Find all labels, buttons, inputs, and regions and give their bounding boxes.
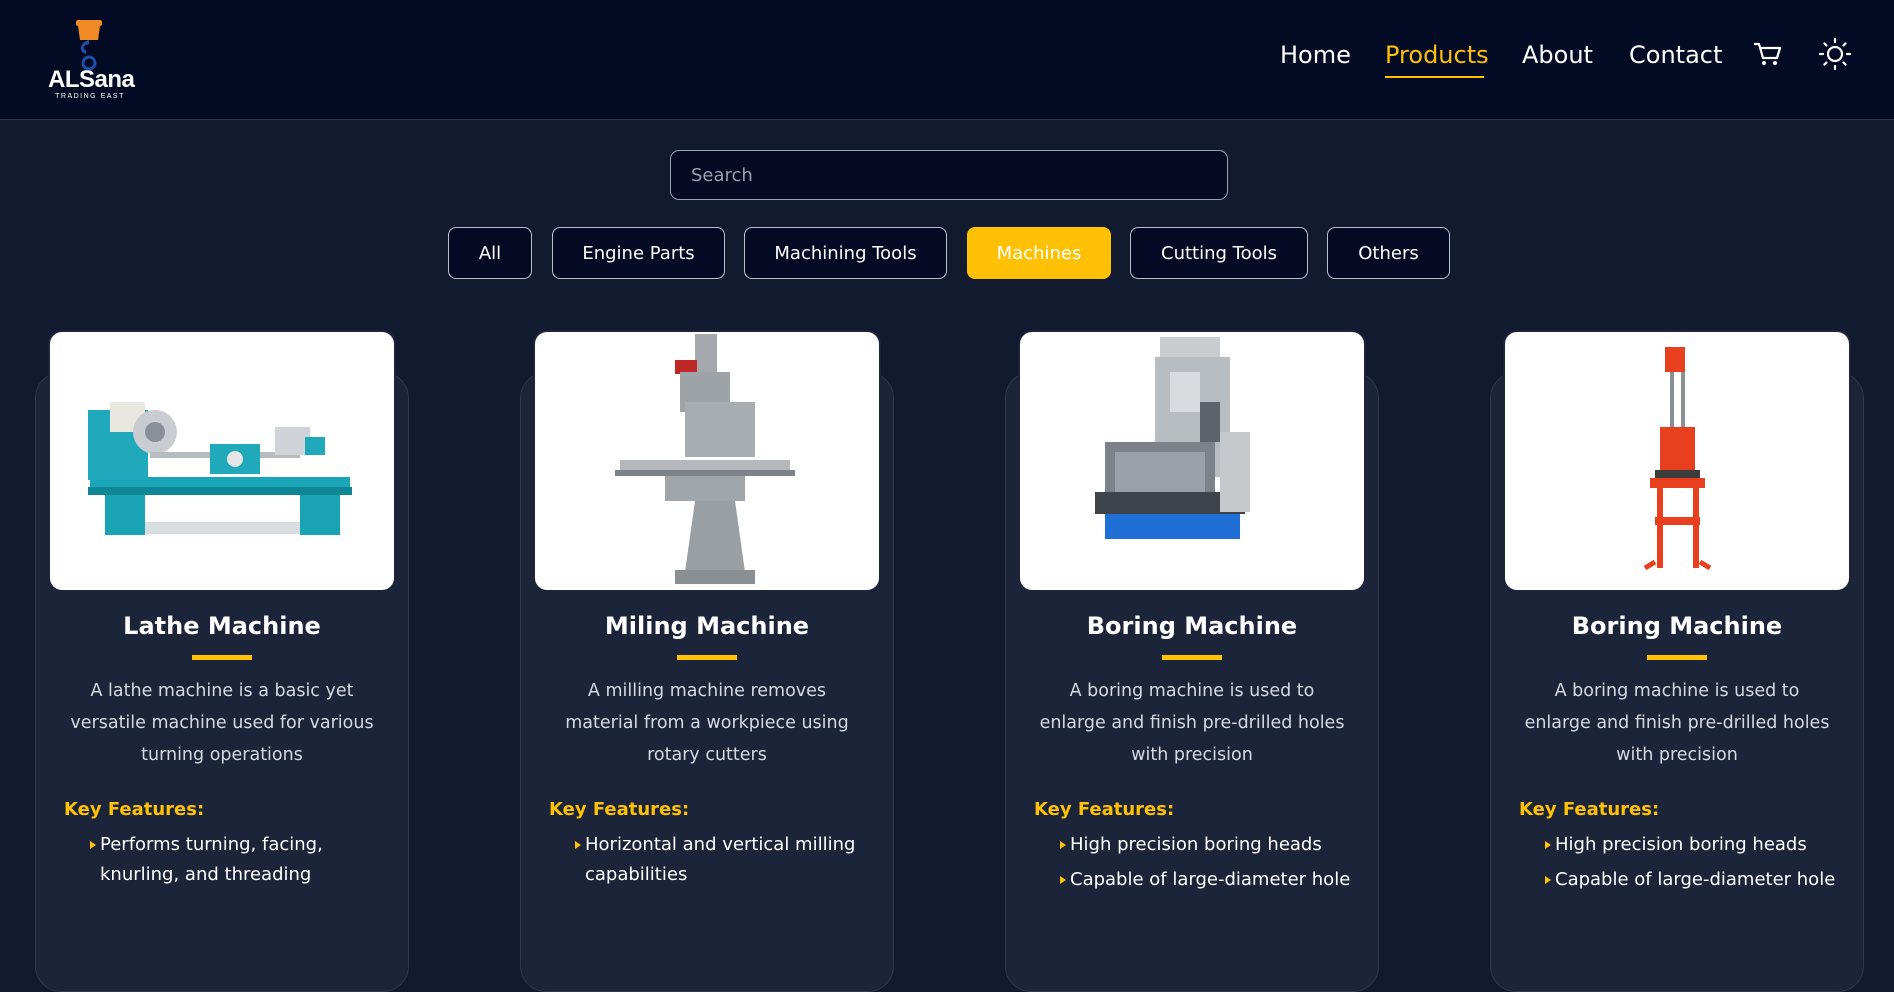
feature-text: Horizontal and vertical milling capabili… [585,834,856,885]
nav-home[interactable]: Home [1280,38,1351,72]
feature-item: Capable of large-diameter hole [1545,865,1845,895]
bullet-icon [1545,876,1551,884]
bullet-icon [1060,876,1066,884]
filter-others[interactable]: Others [1327,227,1450,279]
product-card[interactable]: Lathe Machine A lathe machine is a basic… [35,330,409,992]
product-description: A boring machine is used to enlarge and … [1524,681,1830,765]
site-header: ALSana TRADING EAST Home Products About … [0,0,1894,120]
product-card[interactable]: Boring Machine A boring machine is used … [1005,330,1379,992]
title-accent-bar [192,655,252,660]
bullet-icon [90,841,96,849]
nav-contact[interactable]: Contact [1629,38,1722,72]
bullet-icon [575,841,581,849]
product-card[interactable]: Boring Machine A boring machine is used … [1490,330,1864,992]
sun-icon[interactable] [1817,36,1853,72]
bullet-icon [1545,841,1551,849]
key-features-label: Key Features: [1034,799,1175,820]
filter-machines[interactable]: Machines [967,227,1111,279]
feature-item: Performs turning, facing, knurling, and … [90,830,390,890]
product-image-cylinder-boring [1503,330,1851,592]
bullet-icon [1060,841,1066,849]
cart-icon[interactable] [1750,36,1786,72]
feature-item: High precision boring heads [1060,830,1360,860]
product-title: Boring Machine [1086,612,1298,640]
filter-engine-parts[interactable]: Engine Parts [552,227,725,279]
title-accent-bar [1647,655,1707,660]
product-description: A boring machine is used to enlarge and … [1039,681,1345,765]
brand-tagline: TRADING EAST [55,93,125,100]
product-image-lathe [48,330,396,592]
key-features-label: Key Features: [1519,799,1660,820]
main-nav: Home Products About Contact [0,38,1894,74]
feature-text: Capable of large-diameter hole [1070,869,1351,890]
feature-item: Horizontal and vertical milling capabili… [575,830,875,890]
feature-text: Performs turning, facing, knurling, and … [100,834,323,885]
feature-text: High precision boring heads [1070,834,1322,855]
product-card[interactable]: Miling Machine A milling machine removes… [520,330,894,992]
nav-about[interactable]: About [1522,38,1593,72]
filter-cutting-tools[interactable]: Cutting Tools [1130,227,1308,279]
product-description: A milling machine removes material from … [565,681,849,765]
feature-item: Capable of large-diameter hole [1060,865,1360,895]
product-description: A lathe machine is a basic yet versatile… [70,681,374,765]
filter-machining-tools[interactable]: Machining Tools [744,227,947,279]
nav-active-underline [1385,76,1484,78]
key-features-label: Key Features: [64,799,205,820]
product-title: Boring Machine [1571,612,1783,640]
feature-item: High precision boring heads [1545,830,1845,860]
product-title: Miling Machine [604,612,810,640]
feature-text: High precision boring heads [1555,834,1807,855]
filter-all[interactable]: All [448,227,532,279]
feature-text: Capable of large-diameter hole [1555,869,1836,890]
product-title: Lathe Machine [123,612,321,640]
product-image-boring [1018,330,1366,592]
key-features-label: Key Features: [549,799,690,820]
title-accent-bar [677,655,737,660]
title-accent-bar [1162,655,1222,660]
nav-products[interactable]: Products [1385,38,1489,72]
product-image-milling [533,330,881,592]
search-input[interactable] [670,150,1228,200]
